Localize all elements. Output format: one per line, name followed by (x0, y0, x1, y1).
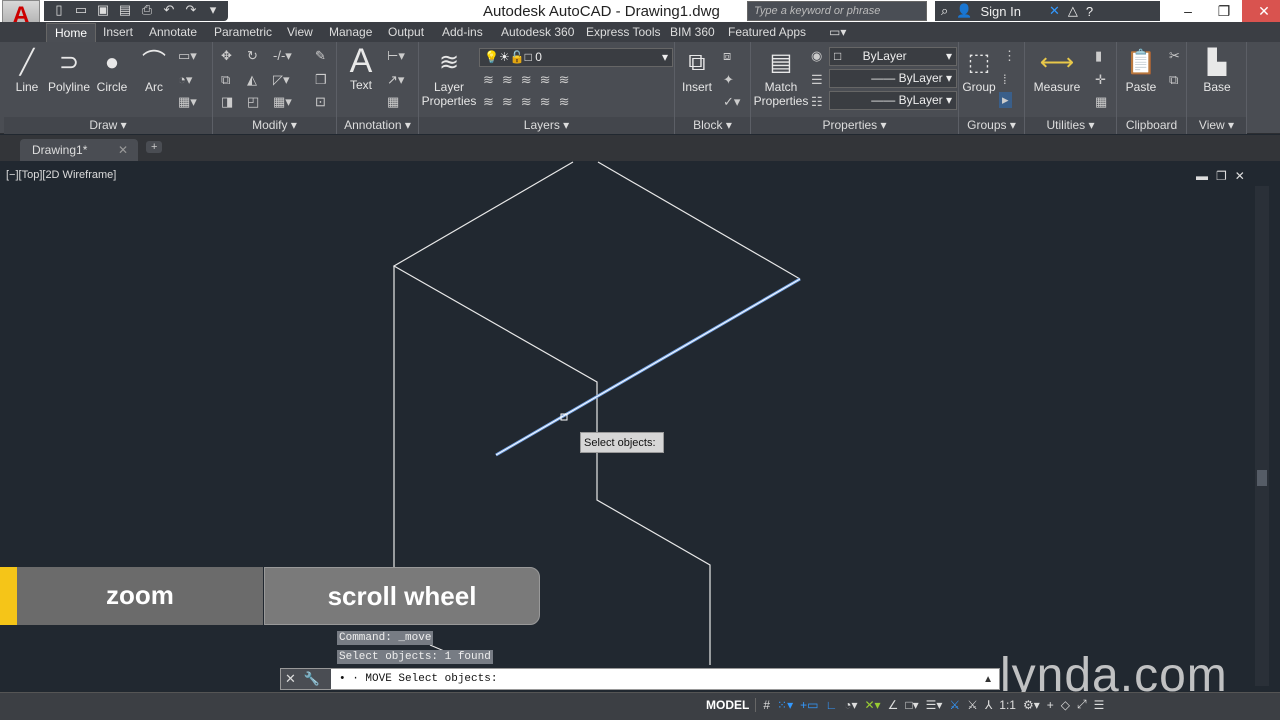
overlay-key-zoom: zoom (17, 567, 263, 625)
model-space-button[interactable]: MODEL (706, 697, 757, 712)
auto-scale-icon[interactable]: ⚔ (967, 698, 978, 712)
customization-menu-icon[interactable]: ☰ (1094, 698, 1105, 712)
viewport-window-controls: ▬ ❐ ✕ (1196, 169, 1245, 183)
object-snap-icon[interactable]: □▾ (905, 698, 918, 712)
viewport-close-icon[interactable]: ✕ (1235, 169, 1245, 183)
overlay-accent-bar (0, 567, 17, 625)
command-history-line: Command: _move (337, 631, 434, 645)
snap-icon[interactable]: ⁙▾ (777, 698, 793, 712)
keyboard-shortcut-overlay: zoom scroll wheel (0, 567, 540, 625)
customize-wrench-icon[interactable]: 🔧 (304, 671, 320, 687)
close-command-icon[interactable]: ✕ (285, 671, 296, 687)
dynamic-input-icon[interactable]: +▭ (800, 698, 818, 712)
viewport-minimize-icon[interactable]: ▬ (1196, 169, 1208, 183)
lineweight-display-icon[interactable]: ☰▾ (926, 698, 943, 712)
annotation-monitor-icon[interactable]: + (1047, 698, 1054, 712)
command-history-toggle-icon[interactable]: ▲ (983, 674, 999, 685)
annotation-scale-value[interactable]: 1:1 (999, 698, 1016, 712)
status-bar: MODEL # ⁙▾ +▭ ∟ ◔▾ ✕▾ ∠ □▾ ☰▾ ⚔ ⚔ ⅄ 1:1 … (0, 692, 1280, 720)
ortho-icon[interactable]: ∟ (825, 698, 837, 712)
wireframe-line (597, 161, 801, 280)
command-input[interactable]: • · MOVE Select objects: (331, 673, 983, 685)
scrollbar-thumb[interactable] (1257, 470, 1267, 486)
cursor-tooltip: Select objects: (580, 432, 664, 453)
isodraft-icon[interactable]: ∠ (888, 698, 899, 712)
overlay-key-scroll-wheel: scroll wheel (264, 567, 540, 625)
grid-icon[interactable]: # (763, 698, 770, 712)
isolate-objects-icon[interactable]: ◇ (1061, 698, 1070, 712)
command-history-line: Select objects: 1 found (337, 650, 493, 664)
workspace-gear-icon[interactable]: ⚙▾ (1023, 698, 1040, 712)
fullscreen-icon[interactable]: ⤢ (1077, 697, 1087, 712)
annotation-visibility-icon[interactable]: ⚔ (949, 698, 960, 712)
highlighted-line-core (495, 278, 801, 456)
command-line-buttons: ✕ 🔧 (281, 669, 331, 689)
viewport-restore-icon[interactable]: ❐ (1216, 169, 1227, 183)
object-snap-tracking-icon[interactable]: ✕▾ (865, 698, 881, 712)
annotation-scale-icon[interactable]: ⅄ (985, 698, 992, 712)
command-line[interactable]: ✕ 🔧 • · MOVE Select objects: ▲ (280, 668, 1000, 690)
viewport-controls-label[interactable]: [−][Top][2D Wireframe] (6, 169, 116, 181)
vertical-scrollbar[interactable] (1255, 186, 1269, 686)
polar-tracking-icon[interactable]: ◔▾ (844, 698, 857, 712)
